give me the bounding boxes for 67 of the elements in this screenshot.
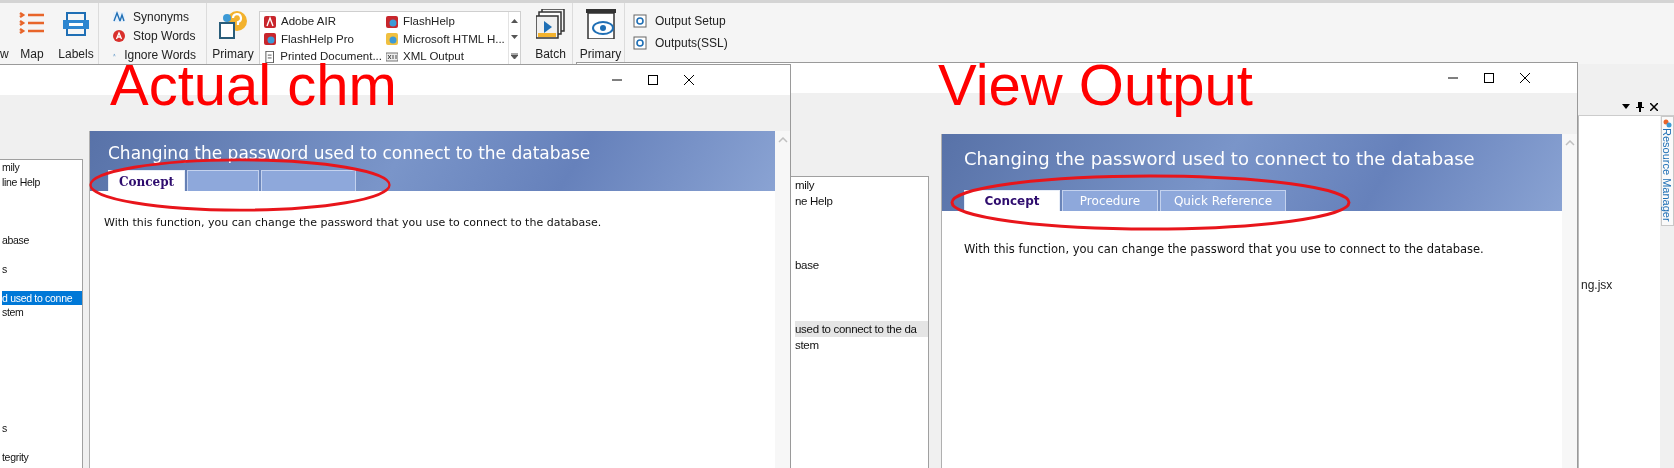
file-label: ng.jsx [1580,277,1614,294]
scroll-down-icon [511,35,518,41]
gallery-item[interactable]: Microsoft HTML H... [386,30,506,48]
chevron-up-icon [777,137,788,143]
gear-icon [633,36,647,50]
document-help-icon [217,9,249,39]
topic-tab[interactable]: Concept [964,190,1060,211]
output-format-icon [264,33,276,46]
topic-title: Changing the password used to connect to the database [964,150,1476,168]
scrollbar[interactable] [775,131,790,468]
dropdown-icon [1622,104,1630,109]
gallery-item[interactable]: Adobe AIR [264,13,382,30]
ribbon-button[interactable]: Outputs(SSL) [633,34,728,52]
ribbon-button[interactable]: Ignore Words [113,47,196,63]
tree-item[interactable]: tegrity [2,450,82,465]
tree-item[interactable]: abase [2,232,82,247]
topic-text: With this function, you can change the password that you use to connect to the database. [964,241,1485,258]
gear-icon [633,14,647,28]
ribbon-button[interactable]: Labels [56,3,96,65]
list-icon [18,11,46,37]
ribbon-button[interactable]: Stop Words [113,28,196,44]
output-format-icon [386,50,398,63]
tree-item[interactable]: s [2,421,82,436]
resource-icon [1662,119,1672,128]
tree-item[interactable]: mily [2,160,82,175]
pin-icon [1636,101,1644,112]
eye-icon [585,9,616,39]
output-format-icon [386,33,398,46]
topic-tab[interactable] [261,170,356,191]
scroll-up-icon [511,18,518,24]
output-format-icon [264,50,276,63]
maximize-icon [1483,72,1495,84]
ribbon-button[interactable]: Primary [211,3,255,65]
ribbon-button[interactable]: w [0,3,10,65]
side-tab[interactable]: Resource Manager [1660,116,1674,226]
scrollbar[interactable] [1562,134,1577,468]
tree-item[interactable]: ne Help [795,193,928,209]
ribbon-button[interactable]: Map [12,3,52,65]
close-icon [683,74,695,86]
tree-item[interactable]: d used to conne [2,290,82,305]
annotation-label: View Output [938,53,1253,117]
close-icon [1519,72,1531,84]
stop-icon [113,30,125,42]
topic-title: Changing the password used to connect to the database [108,145,592,162]
printer-icon [62,11,90,37]
tree-item[interactable]: stem [2,305,82,320]
tree-item[interactable]: base [795,257,928,273]
gallery-item[interactable]: FlashHelp [386,13,506,30]
tree-item[interactable]: stem [795,337,928,353]
output-format-icon [386,15,398,28]
ribbon-button[interactable]: Output Setup [633,12,728,30]
topic-tab[interactable] [187,170,259,191]
tree-item[interactable]: s [2,261,82,276]
output-format-icon [264,15,276,28]
ribbon-button[interactable]: Synonyms [113,9,196,25]
tree-item[interactable]: used to connect to the da [795,321,928,337]
topic-tab[interactable]: Concept [108,170,185,191]
maximize-icon [647,74,659,86]
gallery-expand-icon [511,52,518,60]
tree-item[interactable]: mily [795,177,928,193]
ribbon-button[interactable]: Batch [529,3,573,65]
tree-item[interactable]: line Help [2,174,82,189]
chevron-up-icon [1564,140,1575,146]
close-icon [1650,102,1658,111]
batch-icon [535,9,566,39]
topic-text: With this function, you can change the password that you use to connect to the database. [104,215,603,231]
gallery-item[interactable]: FlashHelp Pro [264,30,382,48]
